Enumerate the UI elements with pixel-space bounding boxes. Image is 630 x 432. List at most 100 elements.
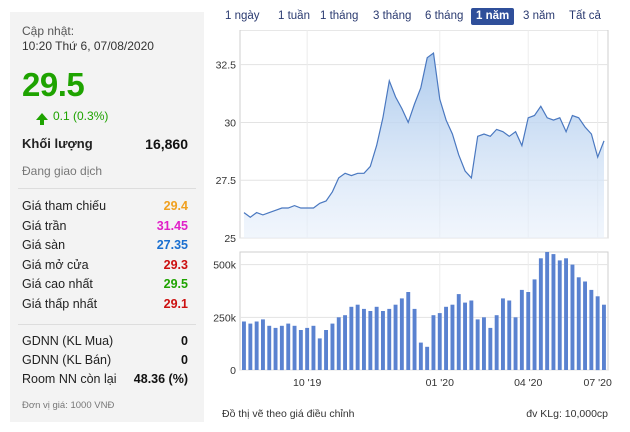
volume-bar bbox=[456, 294, 461, 370]
price-row-label: Giá thấp nhất bbox=[22, 296, 98, 311]
divider bbox=[18, 188, 196, 189]
price-row-value: 29.4 bbox=[163, 199, 188, 213]
volume-bar bbox=[488, 327, 493, 370]
tab-1-tuần[interactable]: 1 tuần bbox=[273, 8, 315, 25]
volume-bar bbox=[570, 264, 575, 370]
foreign-row: GDNN (KL Mua) 0 bbox=[22, 334, 188, 348]
volume-bar bbox=[425, 346, 430, 370]
volume-bar bbox=[324, 330, 328, 370]
volume-bar bbox=[437, 313, 442, 370]
foreign-row: Room NN còn lại 48.36 (%) bbox=[22, 372, 188, 386]
tab-6-tháng[interactable]: 6 tháng bbox=[420, 8, 468, 25]
volume-bar bbox=[545, 252, 550, 370]
volume-bar bbox=[564, 258, 568, 370]
volume-bar bbox=[463, 302, 467, 370]
volume-bar bbox=[557, 260, 562, 370]
volume-bar bbox=[576, 277, 581, 370]
volume-bar bbox=[362, 308, 366, 370]
foreign-row-value: 0 bbox=[181, 334, 188, 348]
price-tick-label: 30 bbox=[224, 117, 236, 129]
volume-bar bbox=[431, 315, 436, 370]
price-tick-label: 25 bbox=[224, 233, 236, 245]
x-tick-label: 10 '19 bbox=[293, 377, 321, 389]
price-row: Giá sàn 27.35 bbox=[22, 238, 188, 252]
tab-1-tháng[interactable]: 1 tháng bbox=[315, 8, 363, 25]
volume-bar bbox=[381, 311, 385, 370]
foreign-row-value: 0 bbox=[181, 353, 188, 367]
volume-bar bbox=[393, 304, 398, 370]
tab-1-ngày[interactable]: 1 ngày bbox=[220, 8, 265, 25]
volume-bar bbox=[602, 304, 606, 370]
price-change: 0.1 (0.3%) bbox=[36, 109, 109, 125]
stock-chart: 25 27.5 30 32.5 0 250k 500k 10 '19 01 '20 04 '2… bbox=[213, 30, 612, 389]
price-unit-note: Đơn vị giá: 1000 VNĐ bbox=[22, 400, 115, 411]
volume-bar bbox=[248, 323, 253, 370]
volume-bar bbox=[349, 306, 354, 370]
volume-bar bbox=[450, 304, 455, 370]
price-row-label: Giá cao nhất bbox=[22, 277, 93, 291]
volume-bar bbox=[501, 298, 505, 370]
volume-bar bbox=[279, 325, 284, 371]
volume-tick-label: 250k bbox=[213, 312, 237, 324]
volume-bar bbox=[494, 315, 499, 370]
volume-tick-label: 500k bbox=[213, 260, 237, 272]
arrow-up-icon bbox=[36, 112, 48, 125]
price-row-label: Giá trần bbox=[22, 218, 67, 233]
volume-bar bbox=[418, 342, 423, 370]
x-tick-label: 07 '20 bbox=[584, 377, 612, 389]
current-price: 29.5 bbox=[22, 66, 85, 103]
volume-row: Khối lượng 16,860 bbox=[22, 136, 188, 152]
foreign-row-label: GDNN (KL Mua) bbox=[22, 334, 114, 348]
volume-value: 16,860 bbox=[145, 136, 188, 152]
price-row-value: 29.3 bbox=[163, 257, 188, 272]
quote-panel: Cập nhật: 10:20 Thứ 6, 07/08/2020 29.5 0… bbox=[10, 12, 204, 422]
volume-bar bbox=[273, 327, 278, 370]
price-row-value: 29.1 bbox=[163, 296, 188, 311]
volume-bar bbox=[538, 258, 543, 370]
volume-bar bbox=[292, 325, 297, 371]
volume-bar bbox=[469, 300, 474, 370]
volume-tick-label: 0 bbox=[230, 365, 236, 377]
volume-bar bbox=[513, 317, 518, 370]
price-row-value: 31.45 bbox=[156, 218, 188, 233]
volume-bar bbox=[330, 323, 335, 370]
volume-bar bbox=[317, 338, 322, 370]
foreign-row-value: 48.36 (%) bbox=[133, 372, 188, 386]
volume-bar bbox=[475, 319, 480, 370]
foreign-row: GDNN (KL Bán) 0 bbox=[22, 353, 188, 367]
chart-footnote: Đồ thị vẽ theo giá điều chỉnh bbox=[222, 408, 355, 420]
price-change-value: 0.1 (0.3%) bbox=[53, 109, 109, 123]
tab-3-tháng[interactable]: 3 tháng bbox=[368, 8, 416, 25]
volume-bar bbox=[286, 323, 291, 370]
volume-bar bbox=[368, 311, 373, 370]
price-row: Giá thấp nhất 29.1 bbox=[22, 297, 188, 311]
volume-bar bbox=[305, 327, 310, 370]
foreign-row-label: GDNN (KL Bán) bbox=[22, 353, 112, 367]
volume-bar bbox=[298, 330, 303, 370]
volume-bar bbox=[526, 292, 531, 370]
volume-unit-note: đv KLg: 10,000cp bbox=[526, 408, 608, 420]
volume-bar bbox=[343, 315, 347, 370]
tab-Tất-cả[interactable]: Tất cả bbox=[564, 8, 606, 25]
divider bbox=[18, 324, 196, 325]
updated-time: 10:20 Thứ 6, 07/08/2020 bbox=[22, 39, 154, 53]
price-row-label: Giá mở cửa bbox=[22, 257, 89, 272]
volume-bar bbox=[507, 300, 512, 370]
price-row-label: Giá tham chiếu bbox=[22, 199, 107, 213]
price-tick-label: 27.5 bbox=[216, 175, 237, 187]
price-row: Giá trần 31.45 bbox=[22, 219, 188, 233]
volume-bar bbox=[519, 289, 524, 370]
volume-bar bbox=[551, 254, 556, 370]
volume-bar bbox=[412, 308, 417, 370]
tab-3-năm[interactable]: 3 năm bbox=[518, 8, 560, 25]
price-tick-label: 32.5 bbox=[216, 60, 237, 72]
price-row-label: Giá sàn bbox=[22, 238, 66, 252]
volume-bar bbox=[387, 308, 392, 370]
tab-1-năm[interactable]: 1 năm bbox=[471, 8, 515, 25]
volume-bar bbox=[311, 325, 316, 371]
price-row-value: 29.5 bbox=[163, 277, 188, 291]
volume-bar bbox=[583, 281, 587, 370]
range-tabs: 1 ngày 1 tuần 1 tháng 3 tháng 6 tháng 1 năm 3 … bbox=[216, 8, 622, 26]
volume-bar bbox=[267, 325, 272, 371]
trading-status: Đang giao dịch bbox=[22, 164, 103, 178]
